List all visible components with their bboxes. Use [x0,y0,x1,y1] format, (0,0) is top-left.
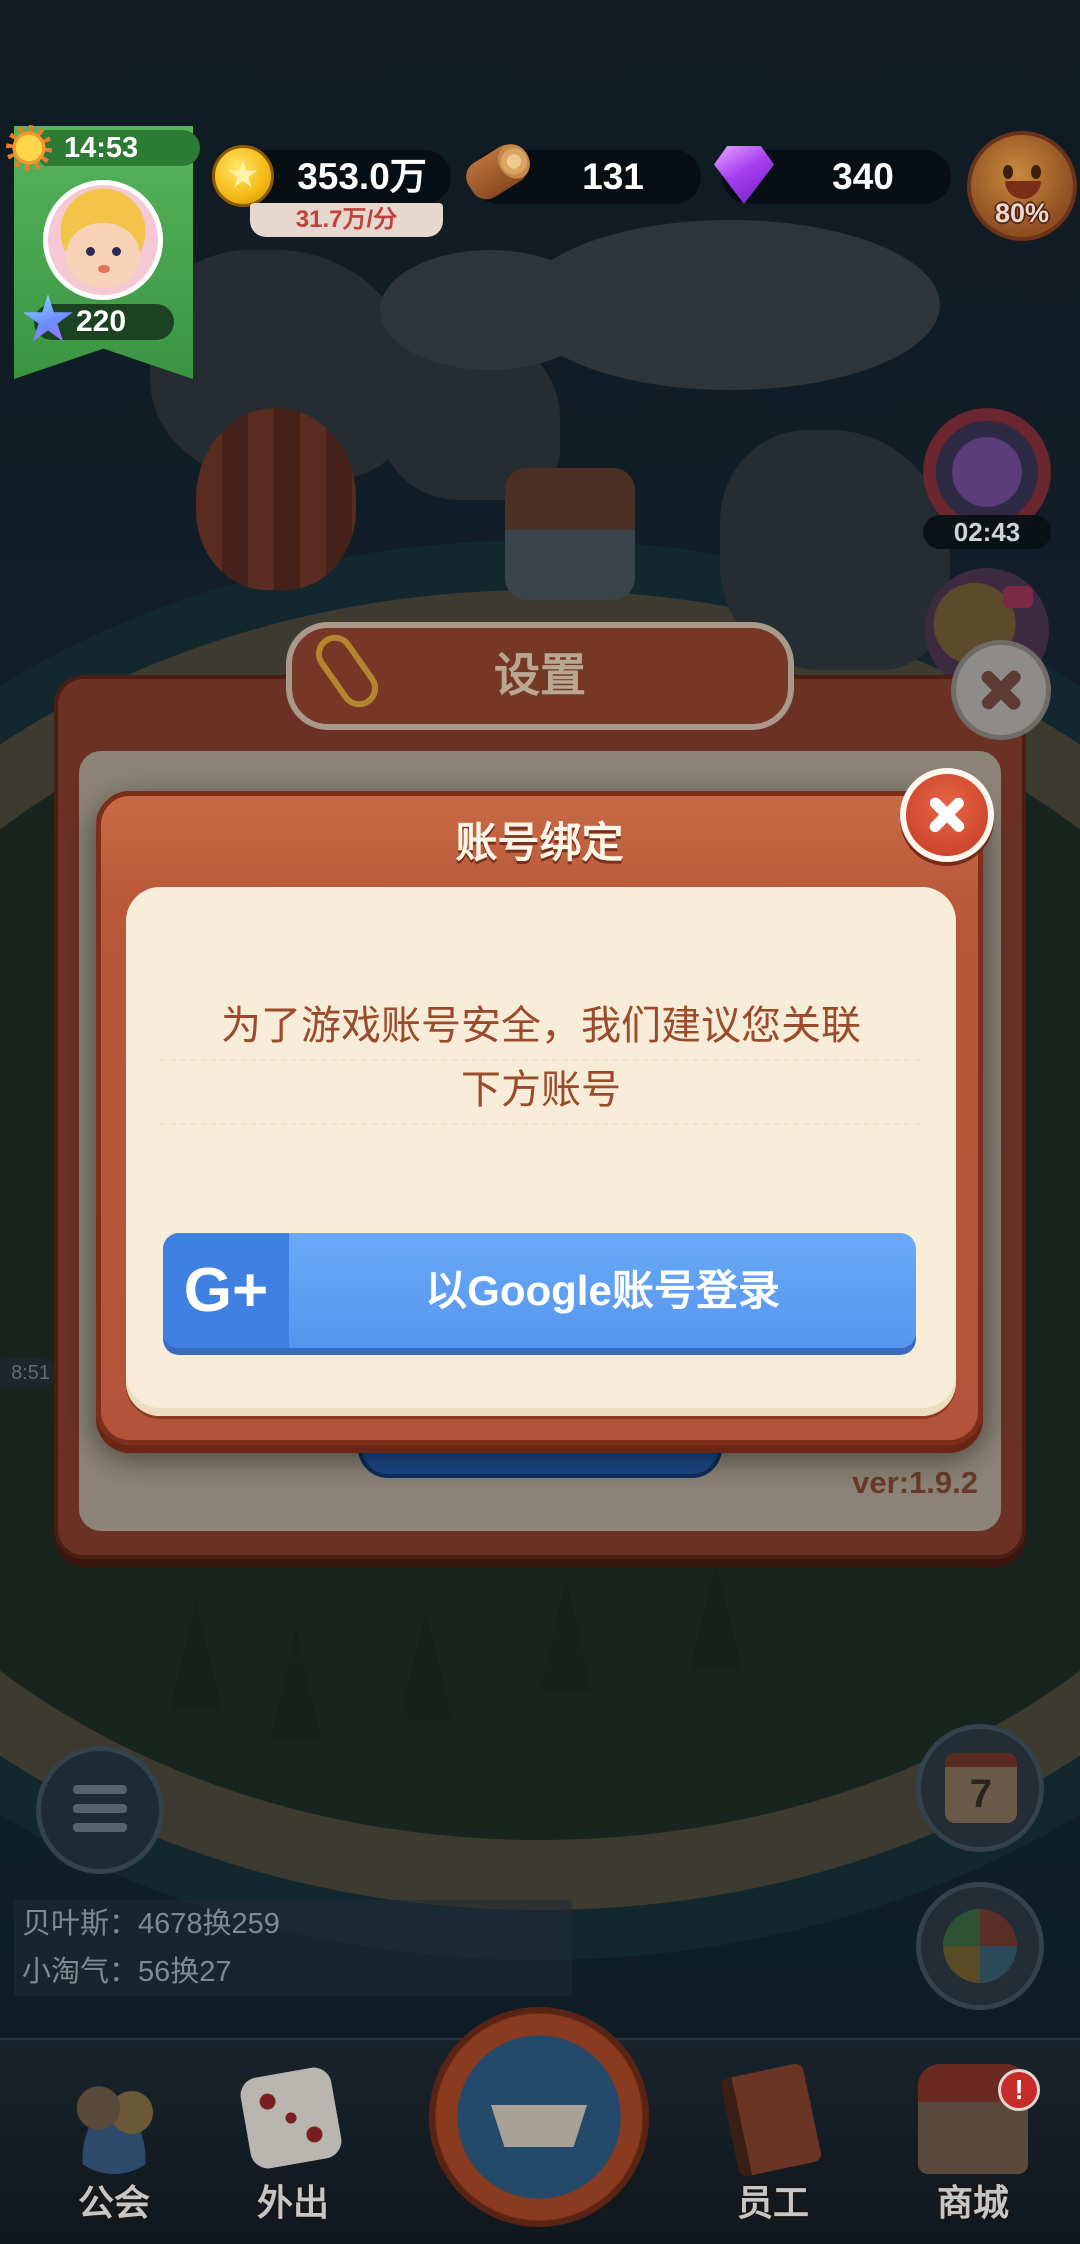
nav-item-staff[interactable]: 员工 [693,2050,853,2240]
chat-message: 贝叶斯：4678换259 [22,1908,280,1940]
nav-item-guild[interactable]: 公会 [34,2050,194,2240]
nav-label: 商城 [936,2182,1009,2223]
partial-timer-label: 8:51 [0,1358,56,1388]
happiness-percent: 80% [994,198,1050,228]
tree [170,1600,222,1710]
google-plus-icon: G+ [163,1233,289,1348]
wood-amount: 131 [582,156,644,197]
account-bind-dialog: 账号绑定 为了游戏账号安全，我们建议您关联 下方账号 G+ 以Google账号登… [96,768,994,1445]
divider [160,1123,920,1125]
player-level: 220 [76,305,127,338]
player-avatar[interactable] [43,180,163,300]
dialog-title: 账号绑定 [455,819,624,866]
chat-message: 小淘气：56换27 [22,1956,232,1988]
tree [690,1560,742,1670]
dialog-message-line: 为了游戏账号安全，我们建议您关联 [221,1004,861,1048]
cloud [380,250,600,370]
notification-badge: ! [998,2069,1040,2111]
guild-icon [59,2064,169,2174]
divider [160,1059,920,1061]
coin-income-rate: 31.7万/分 [250,203,443,237]
pinwheel-icon[interactable] [916,1882,1044,2010]
menu-list-icon[interactable] [36,1746,164,1874]
dice-icon [237,2064,345,2172]
close-icon[interactable] [951,640,1051,740]
clock-time: 14:53 [40,130,200,166]
hot-air-balloon [196,408,356,590]
nav-label: 员工 [736,2182,809,2223]
calendar-icon[interactable]: 7 [916,1724,1044,1852]
phone-timer: 02:43 [923,515,1051,549]
nav-label: 外出 [256,2182,329,2223]
chat-feed[interactable]: 贝叶斯：4678换259 小淘气：56换27 [14,1900,572,1996]
coin-amount: 353.0万 [297,156,427,197]
close-icon[interactable] [900,768,994,862]
nav-label: 公会 [77,2182,150,2223]
dialog-panel: 为了游戏账号安全，我们建议您关联 下方账号 G+ 以Google账号登录 [126,887,956,1416]
google-login-button[interactable]: G+ 以Google账号登录 [163,1233,916,1348]
tree [540,1580,592,1690]
coin-icon [212,145,274,207]
google-login-label: 以Google账号登录 [425,1267,780,1314]
tree [270,1630,322,1740]
tree [400,1610,452,1720]
lighthouse-tower [505,468,635,600]
nav-item-outing[interactable]: 外出 [213,2050,373,2240]
ship-icon[interactable] [429,2007,649,2227]
calendar-day: 7 [945,1753,1017,1823]
nav-item-shop[interactable]: ! 商城 [893,2050,1053,2240]
staff-book-icon [719,2062,823,2178]
sun-icon [6,125,52,171]
dialog-message-line: 下方账号 [461,1068,621,1112]
gem-amount: 340 [832,156,894,197]
version-label: ver:1.9.2 [852,1465,978,1500]
